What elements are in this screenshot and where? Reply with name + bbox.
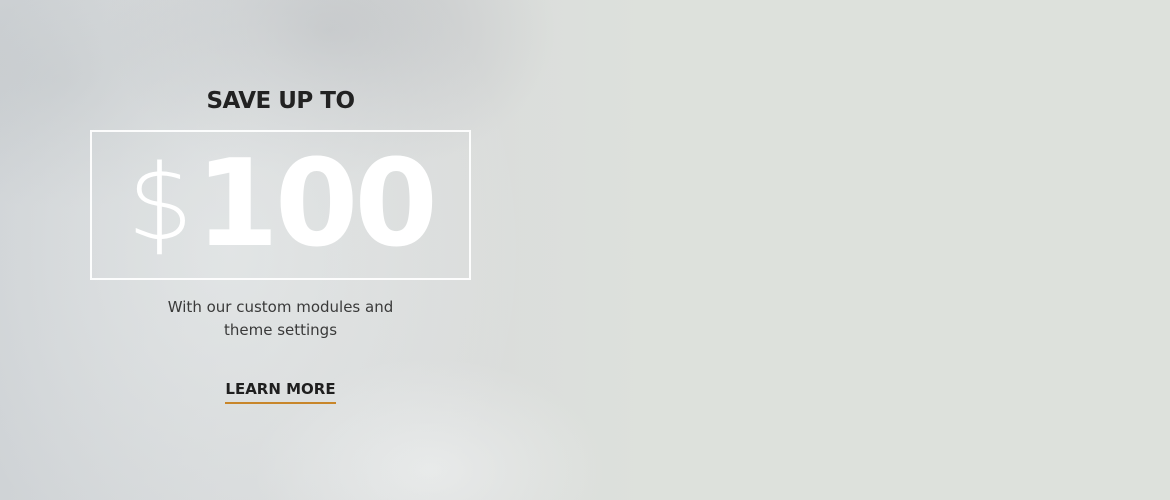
price-amount: 100 [195, 135, 437, 274]
price-box: $ 100 [90, 130, 471, 280]
promo-subtitle: With our custom modules and theme settin… [167, 298, 394, 339]
promo-banner: SAVE UP TO $ 100 With our custom modules… [0, 0, 1170, 500]
learn-more-link[interactable]: LEARN MORE [225, 380, 336, 404]
promo-block: SAVE UP TO $ 100 With our custom modules… [90, 86, 471, 404]
promo-eyebrow: SAVE UP TO [206, 88, 355, 114]
currency-symbol: $ [127, 142, 194, 264]
